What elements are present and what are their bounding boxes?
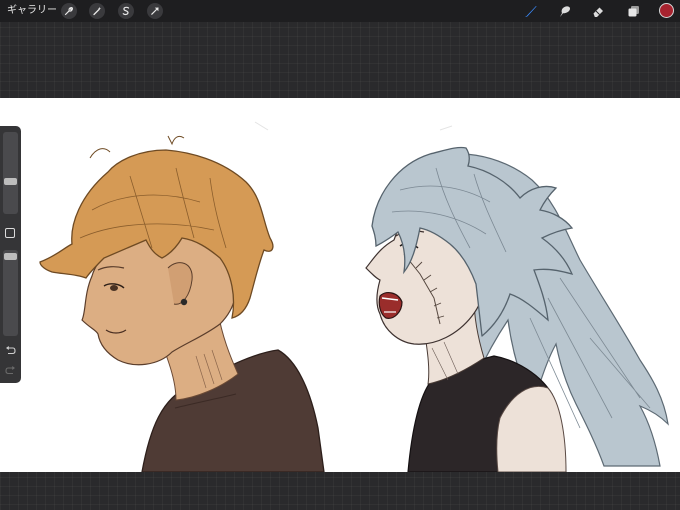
brush-size-thumb[interactable] — [4, 178, 17, 185]
gallery-button[interactable]: ギャラリー — [7, 4, 57, 18]
layers-icon[interactable] — [624, 3, 642, 19]
left-sidebar — [0, 126, 21, 383]
opacity-thumb[interactable] — [4, 253, 17, 260]
transform-arrow-icon[interactable] — [147, 3, 163, 19]
wrench-icon[interactable] — [61, 3, 77, 19]
selection-s-icon[interactable] — [118, 3, 134, 19]
brush-tool-icon[interactable] — [521, 3, 539, 19]
undo-icon[interactable] — [4, 344, 17, 355]
brush-size-slider[interactable] — [3, 132, 18, 214]
smudge-tool-icon[interactable] — [555, 3, 573, 19]
square-modify-icon[interactable] — [5, 228, 15, 238]
top-toolbar: ギャラリー — [0, 0, 680, 22]
eraser-tool-icon[interactable] — [589, 3, 607, 19]
magic-wand-icon[interactable] — [89, 3, 105, 19]
opacity-slider[interactable] — [3, 250, 18, 336]
drawing-canvas[interactable] — [0, 98, 680, 472]
current-color-swatch[interactable] — [659, 3, 674, 18]
silver-haired-man-figure — [365, 146, 669, 472]
redo-icon[interactable] — [4, 364, 17, 375]
blond-man-figure — [39, 135, 325, 472]
